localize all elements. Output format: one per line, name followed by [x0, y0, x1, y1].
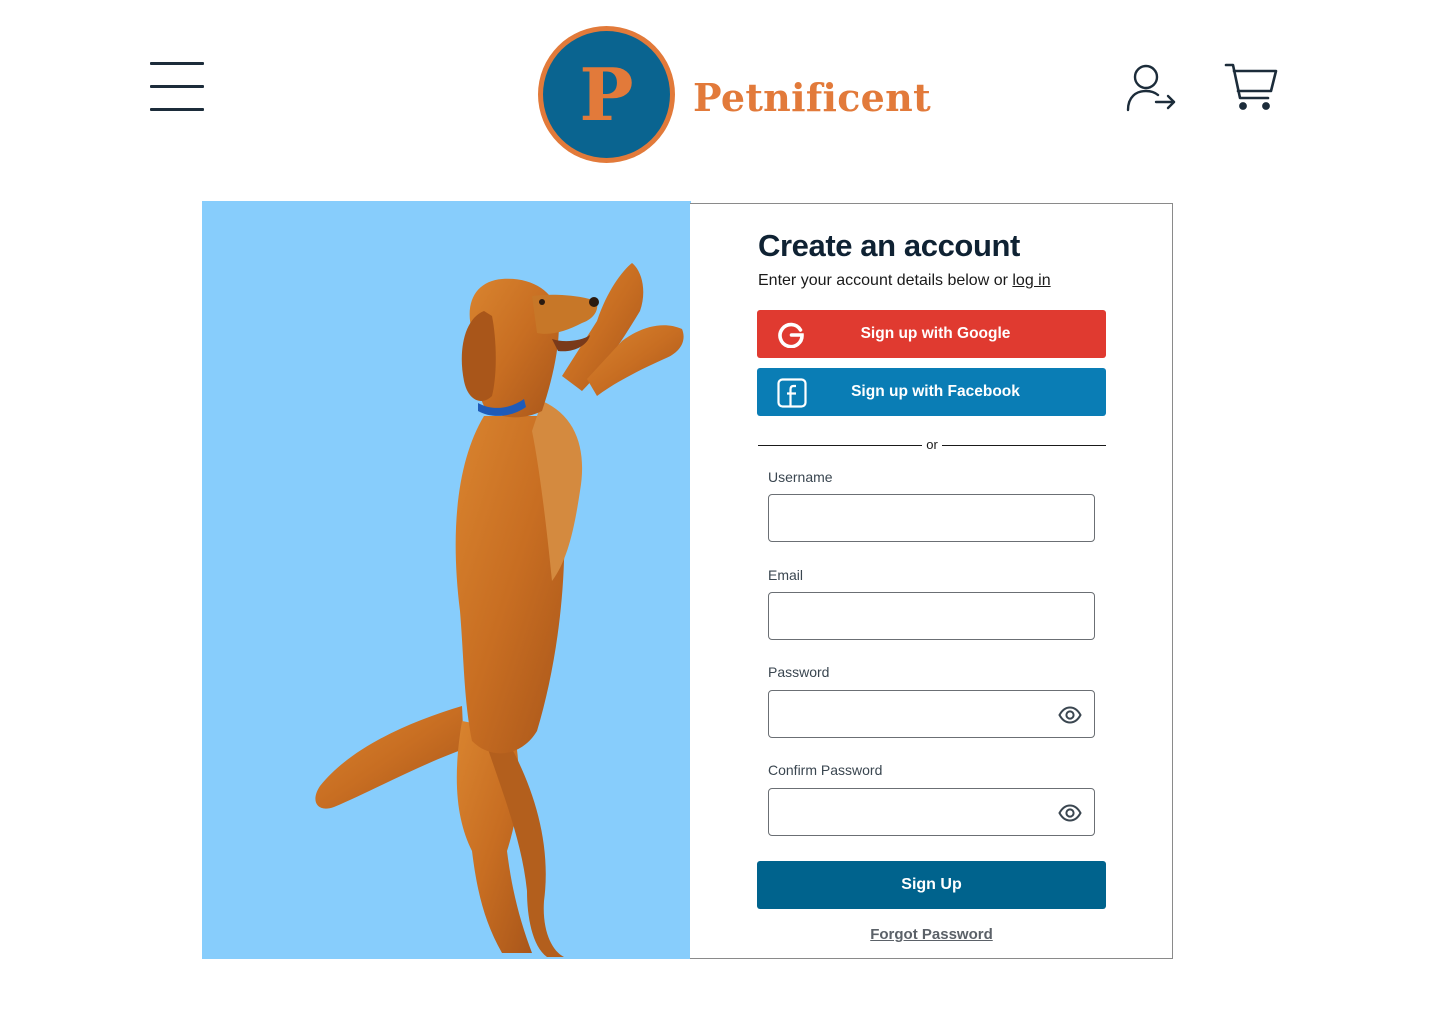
google-signup-button[interactable]: Sign up with Google — [757, 310, 1106, 358]
signup-card: Create an account Enter your account det… — [690, 203, 1173, 959]
menu-line — [150, 108, 204, 111]
username-label: Username — [768, 469, 833, 485]
forgot-password-link[interactable]: Forgot Password — [757, 926, 1106, 943]
facebook-signup-button[interactable]: Sign up with Facebook — [757, 368, 1106, 416]
brand-logo[interactable]: P Petnificent — [538, 25, 931, 163]
username-field[interactable] — [768, 494, 1095, 542]
email-label: Email — [768, 567, 804, 583]
password-input[interactable] — [769, 691, 1094, 737]
brand-name: Petnificent — [693, 74, 931, 120]
confirm-password-input[interactable] — [769, 789, 1094, 835]
dog-illustration — [315, 263, 684, 957]
logo-badge-inner: P — [543, 30, 670, 158]
google-icon — [777, 320, 805, 349]
logo-letter: P — [579, 52, 634, 137]
google-button-label: Sign up with Google — [860, 325, 1011, 342]
email-input[interactable] — [769, 593, 1094, 639]
menu-line — [150, 85, 204, 88]
facebook-button-label: Sign up with Facebook — [851, 383, 1020, 400]
email-field[interactable] — [768, 592, 1095, 640]
eye-icon[interactable] — [1058, 704, 1082, 726]
facebook-icon — [777, 378, 807, 408]
sign-up-button[interactable]: Sign Up — [757, 861, 1106, 909]
hero-dog-image — [202, 201, 691, 959]
subtitle-text: Enter your account details below or — [758, 272, 1013, 289]
user-arrow-icon[interactable] — [1124, 62, 1178, 114]
subtitle: Enter your account details below or log … — [758, 272, 1051, 290]
password-label: Password — [768, 664, 830, 680]
divider-text: or — [926, 437, 938, 452]
page-title: Create an account — [758, 228, 1020, 263]
confirm-password-field[interactable] — [768, 788, 1095, 836]
confirm-password-label: Confirm Password — [768, 762, 883, 778]
hamburger-menu-icon[interactable] — [150, 62, 204, 112]
eye-icon[interactable] — [1058, 802, 1082, 824]
password-field[interactable] — [768, 690, 1095, 738]
logo-badge: P — [538, 25, 675, 163]
divider-line — [942, 445, 1106, 446]
menu-line — [150, 62, 204, 65]
divider-line — [758, 445, 922, 446]
login-link[interactable]: log in — [1012, 272, 1050, 289]
shopping-cart-icon[interactable] — [1224, 60, 1280, 114]
or-divider: or — [758, 437, 1106, 455]
username-input[interactable] — [769, 495, 1094, 541]
